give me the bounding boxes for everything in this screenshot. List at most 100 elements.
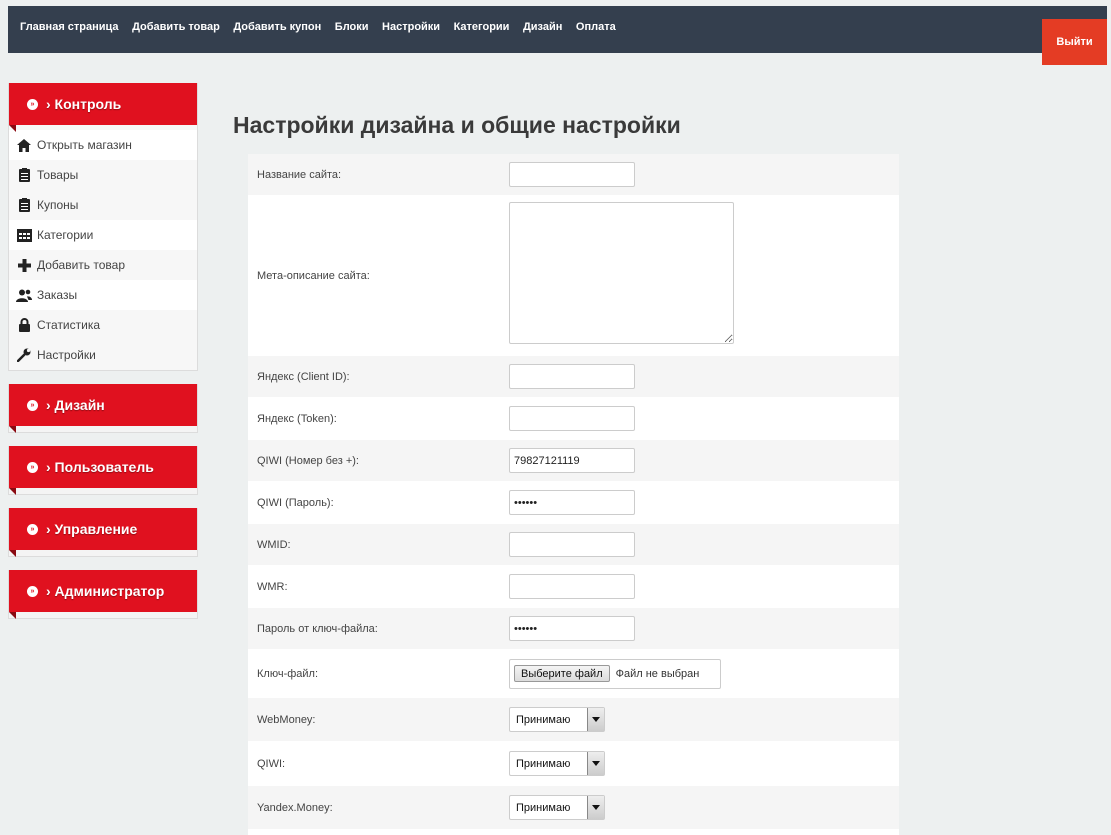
key-file-picker: Выберите файл Файл не выбран (509, 658, 721, 689)
sidebar-item-categories[interactable]: Категории (9, 220, 197, 250)
yandex-token-input[interactable] (509, 406, 635, 431)
panel-control: » › Контроль Открыть магазин Товары Купо… (8, 83, 198, 371)
sidebar-item-label: Статистика (37, 318, 101, 332)
yandex-token-label: Яндекс (Token): (257, 412, 337, 425)
panel-design: » › Дизайн (8, 384, 198, 433)
qiwi-password-input[interactable] (509, 490, 635, 515)
yandex-client-label: Яндекс (Client ID): (257, 370, 350, 383)
sidebar-item-settings[interactable]: Настройки (9, 340, 197, 370)
site-name-label: Название сайта: (257, 168, 342, 181)
sidebar-item-statistics[interactable]: Статистика (9, 310, 197, 340)
form-row-wmid: WMID: (248, 524, 899, 566)
double-chevron-icon: » (27, 585, 38, 597)
form-row-meta: Мета-описание сайта: (248, 196, 899, 356)
panel-management-header[interactable]: » › Управление (9, 508, 197, 557)
webmoney-select[interactable]: Принимаю (509, 707, 605, 732)
nav-blocks[interactable]: Блоки (335, 21, 369, 33)
nav-add-coupon[interactable]: Добавить купон (233, 21, 321, 33)
qiwi-label: QIWI: (257, 757, 286, 770)
qiwi-password-label: QIWI (Пароль): (257, 496, 334, 509)
chevron-down-icon[interactable] (587, 752, 604, 775)
wmid-label: WMID: (257, 538, 291, 551)
double-chevron-icon: » (27, 98, 38, 110)
double-chevron-icon: » (27, 399, 38, 411)
wmr-input[interactable] (509, 574, 635, 599)
sidebar-item-label: Товары (37, 168, 79, 182)
meta-description-label: Мета-описание сайта: (257, 269, 370, 282)
sidebar-item-label: Настройки (37, 348, 96, 362)
form-row-qiwi-password: QIWI (Пароль): (248, 482, 899, 524)
top-navbar: Главная страница Добавить товар Добавить… (8, 6, 1107, 53)
form-row-qiwi-number: QIWI (Номер без +): (248, 440, 899, 482)
form-row-yandex-client: Яндекс (Client ID): (248, 356, 899, 398)
yandex-client-input[interactable] (509, 364, 635, 389)
panel-management-title: › Управление (46, 521, 138, 537)
form-row-qiwi: QIWI: Принимаю (248, 742, 899, 786)
qiwi-select[interactable]: Принимаю (509, 751, 605, 776)
panel-design-header[interactable]: » › Дизайн (9, 384, 197, 433)
home-icon (16, 137, 32, 153)
panel-management: » › Управление (8, 508, 198, 557)
qiwi-select-value: Принимаю (516, 757, 571, 770)
sidebar-item-coupons[interactable]: Купоны (9, 190, 197, 220)
sidebar-item-label: Купоны (37, 198, 79, 212)
form-row-partial (248, 830, 899, 835)
panel-admin-title: › Администратор (46, 583, 165, 599)
control-menu: Открыть магазин Товары Купоны Категории (9, 125, 197, 370)
panel-design-title: › Дизайн (46, 397, 105, 413)
meta-description-textarea[interactable] (509, 202, 734, 344)
sidebar-item-open-shop[interactable]: Открыть магазин (9, 130, 197, 160)
panel-control-header[interactable]: » › Контроль (9, 83, 197, 132)
form-row-key-password: Пароль от ключ-файла: (248, 608, 899, 650)
logout-button[interactable]: Выйти (1042, 19, 1107, 65)
wmr-label: WMR: (257, 580, 288, 593)
clipboard-icon (16, 167, 32, 183)
nav-add-product[interactable]: Добавить товар (132, 21, 220, 33)
sidebar-item-label: Добавить товар (37, 258, 125, 272)
settings-form: Название сайта: Мета-описание сайта: Янд… (248, 154, 899, 835)
file-status-text: Файл не выбран (615, 667, 700, 680)
page-title: Настройки дизайна и общие настройки (233, 112, 681, 138)
form-row-wmr: WMR: (248, 566, 899, 608)
nav-payment[interactable]: Оплата (576, 21, 616, 33)
double-chevron-icon: » (27, 461, 38, 473)
sidebar-item-label: Категории (37, 228, 94, 242)
chevron-down-icon[interactable] (587, 708, 604, 731)
wrench-icon (16, 347, 32, 363)
nav-categories[interactable]: Категории (454, 21, 510, 33)
clipboard-icon (16, 197, 32, 213)
plus-icon (16, 257, 32, 273)
site-name-input[interactable] (509, 162, 635, 187)
form-row-webmoney: WebMoney: Принимаю (248, 698, 899, 742)
sidebar-item-label: Открыть магазин (37, 138, 132, 152)
yandex-money-select-value: Принимаю (516, 801, 571, 814)
panel-admin-header[interactable]: » › Администратор (9, 570, 197, 619)
users-icon (16, 287, 32, 303)
panel-admin: » › Администратор (8, 570, 198, 619)
panel-user-header[interactable]: » › Пользователь (9, 446, 197, 495)
panel-user: » › Пользователь (8, 446, 198, 495)
choose-file-button[interactable]: Выберите файл (514, 665, 610, 682)
form-row-yandex-token: Яндекс (Token): (248, 398, 899, 440)
yandex-money-select[interactable]: Принимаю (509, 795, 605, 820)
key-file-label: Ключ-файл: (257, 667, 319, 680)
double-chevron-icon: » (27, 523, 38, 535)
calendar-icon (16, 227, 32, 243)
wmid-input[interactable] (509, 532, 635, 557)
qiwi-number-input[interactable] (509, 448, 635, 473)
chevron-down-icon[interactable] (587, 796, 604, 819)
webmoney-select-value: Принимаю (516, 713, 571, 726)
panel-control-title: › Контроль (46, 96, 122, 112)
sidebar-item-add-product[interactable]: Добавить товар (9, 250, 197, 280)
key-password-label: Пароль от ключ-файла: (257, 622, 378, 635)
nav-design[interactable]: Дизайн (523, 21, 562, 33)
nav-home[interactable]: Главная страница (20, 21, 119, 33)
panel-user-title: › Пользователь (46, 459, 154, 475)
nav-settings[interactable]: Настройки (382, 21, 440, 33)
webmoney-label: WebMoney: (257, 713, 316, 726)
qiwi-number-label: QIWI (Номер без +): (257, 454, 359, 467)
sidebar-item-orders[interactable]: Заказы (9, 280, 197, 310)
key-password-input[interactable] (509, 616, 635, 641)
lock-icon (16, 317, 32, 333)
sidebar-item-products[interactable]: Товары (9, 160, 197, 190)
